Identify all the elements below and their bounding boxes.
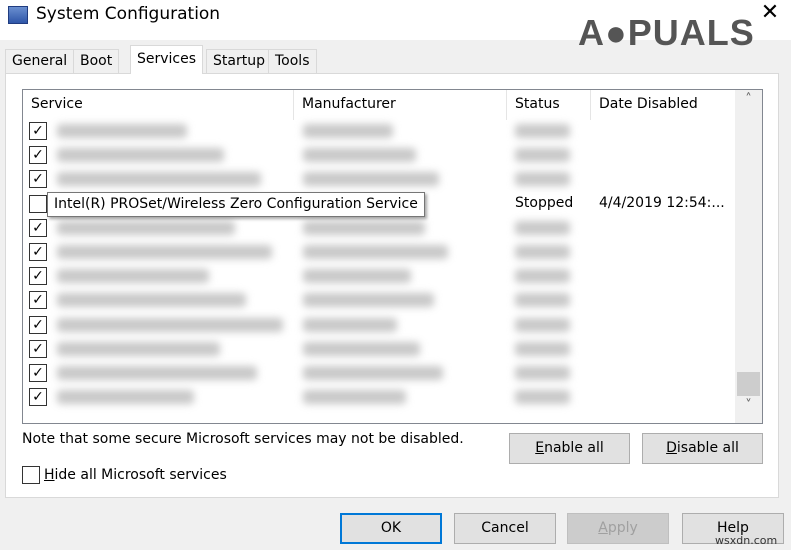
vertical-scrollbar[interactable]: ˄ ˅	[735, 90, 762, 423]
close-button[interactable]: ✕	[755, 0, 785, 25]
table-row[interactable]: ✓	[23, 385, 735, 409]
column-header-status[interactable]: Status	[507, 90, 591, 120]
blurred-status	[515, 269, 570, 284]
blurred-status	[515, 390, 570, 405]
blurred-manufacturer	[303, 390, 406, 405]
scroll-up-icon[interactable]: ˄	[735, 92, 762, 116]
blurred-manufacturer	[303, 269, 411, 284]
column-header-date-disabled[interactable]: Date Disabled	[591, 90, 735, 120]
blurred-status	[515, 341, 570, 356]
table-row[interactable]: ✓	[23, 167, 735, 191]
tab-startup[interactable]: Startup	[206, 49, 272, 73]
tab-boot[interactable]: Boot	[73, 49, 120, 73]
blurred-manufacturer	[303, 124, 393, 138]
table-row[interactable]: ✓	[23, 264, 735, 288]
accelerator: A	[598, 520, 608, 536]
column-header-manufacturer[interactable]: Manufacturer	[294, 90, 507, 120]
hide-microsoft-services-checkbox[interactable]: Hide all Microsoft services	[22, 466, 227, 484]
tab-general[interactable]: General	[5, 49, 75, 73]
blurred-service-name	[57, 293, 246, 308]
service-tooltip: Intel(R) PROSet/Wireless Zero Configurat…	[47, 192, 425, 217]
blurred-manufacturer	[303, 293, 434, 308]
service-checkbox[interactable]	[29, 194, 47, 213]
service-checkbox[interactable]: ✓	[29, 218, 47, 237]
blurred-service-name	[57, 172, 261, 187]
ok-button[interactable]: OK	[340, 513, 442, 544]
button-label: isable all	[676, 440, 739, 456]
blurred-manufacturer	[303, 172, 439, 187]
accelerator: E	[535, 440, 545, 456]
button-label: pply	[607, 520, 638, 536]
scroll-down-icon[interactable]: ˅	[735, 398, 762, 422]
title-bar: System Configuration A●PUALS ✕	[0, 0, 791, 53]
blurred-manufacturer	[303, 245, 448, 259]
blurred-manufacturer	[303, 366, 443, 380]
blurred-service-name	[57, 269, 209, 284]
accelerator: H	[44, 467, 55, 483]
window-title: System Configuration	[36, 4, 221, 24]
table-row[interactable]: ✓	[23, 119, 735, 143]
service-checkbox[interactable]: ✓	[29, 122, 47, 140]
appuals-logo: A●PUALS	[578, 12, 755, 53]
blurred-service-name	[57, 124, 187, 138]
accelerator: D	[666, 440, 677, 456]
blurred-manufacturer	[303, 341, 420, 356]
blurred-status	[515, 317, 570, 332]
service-checkbox[interactable]: ✓	[29, 339, 47, 358]
table-row[interactable]: ✓	[23, 288, 735, 312]
disable-all-button[interactable]: Disable all	[642, 433, 763, 464]
blurred-service-name	[57, 341, 220, 356]
tab-tools[interactable]: Tools	[268, 49, 317, 73]
blurred-manufacturer	[303, 220, 425, 235]
blurred-service-name	[57, 245, 272, 259]
blurred-status	[515, 172, 570, 187]
enable-all-button[interactable]: Enable all	[509, 433, 630, 464]
scrollbar-thumb[interactable]	[737, 372, 760, 396]
service-checkbox[interactable]: ✓	[29, 388, 47, 407]
table-row[interactable]: ✓	[23, 361, 735, 385]
blurred-status	[515, 245, 570, 259]
service-checkbox[interactable]: ✓	[29, 243, 47, 261]
blurred-service-name	[57, 220, 235, 235]
checkbox[interactable]	[22, 466, 40, 484]
service-checkbox[interactable]: ✓	[29, 170, 47, 189]
blurred-status	[515, 366, 570, 380]
system-configuration-icon	[8, 6, 28, 24]
apply-button[interactable]: Apply	[567, 513, 669, 544]
services-list[interactable]: Service Manufacturer Status Date Disable…	[22, 89, 763, 424]
blurred-service-name	[57, 148, 224, 163]
blurred-service-name	[57, 366, 257, 380]
blurred-status	[515, 124, 570, 138]
table-row[interactable]: ✓	[23, 240, 735, 264]
table-row[interactable]: ✓	[23, 216, 735, 240]
checkbox-label: ide all Microsoft services	[54, 467, 227, 483]
service-checkbox[interactable]: ✓	[29, 267, 47, 286]
blurred-manufacturer	[303, 317, 397, 332]
button-label: nable all	[544, 440, 604, 456]
date-disabled-cell: 4/4/2019 12:54:...	[599, 194, 725, 211]
blurred-manufacturer	[303, 148, 416, 163]
blurred-service-name	[57, 390, 194, 405]
service-checkbox[interactable]: ✓	[29, 315, 47, 334]
service-checkbox[interactable]: ✓	[29, 291, 47, 310]
secure-services-note: Note that some secure Microsoft services…	[22, 431, 464, 447]
table-row[interactable]: ✓	[23, 313, 735, 337]
service-checkbox[interactable]: ✓	[29, 146, 47, 165]
blurred-status	[515, 220, 570, 235]
cancel-button[interactable]: Cancel	[454, 513, 556, 544]
table-row[interactable]: ✓	[23, 337, 735, 361]
status-cell: Stopped	[515, 194, 574, 211]
blurred-status	[515, 148, 570, 163]
blurred-service-name	[57, 317, 283, 332]
watermark: wsxdn.com	[715, 534, 778, 547]
tab-services[interactable]: Services	[130, 45, 204, 74]
service-checkbox[interactable]: ✓	[29, 364, 47, 382]
table-row[interactable]: ✓	[23, 143, 735, 167]
column-header-service[interactable]: Service	[23, 90, 294, 120]
blurred-status	[515, 293, 570, 308]
